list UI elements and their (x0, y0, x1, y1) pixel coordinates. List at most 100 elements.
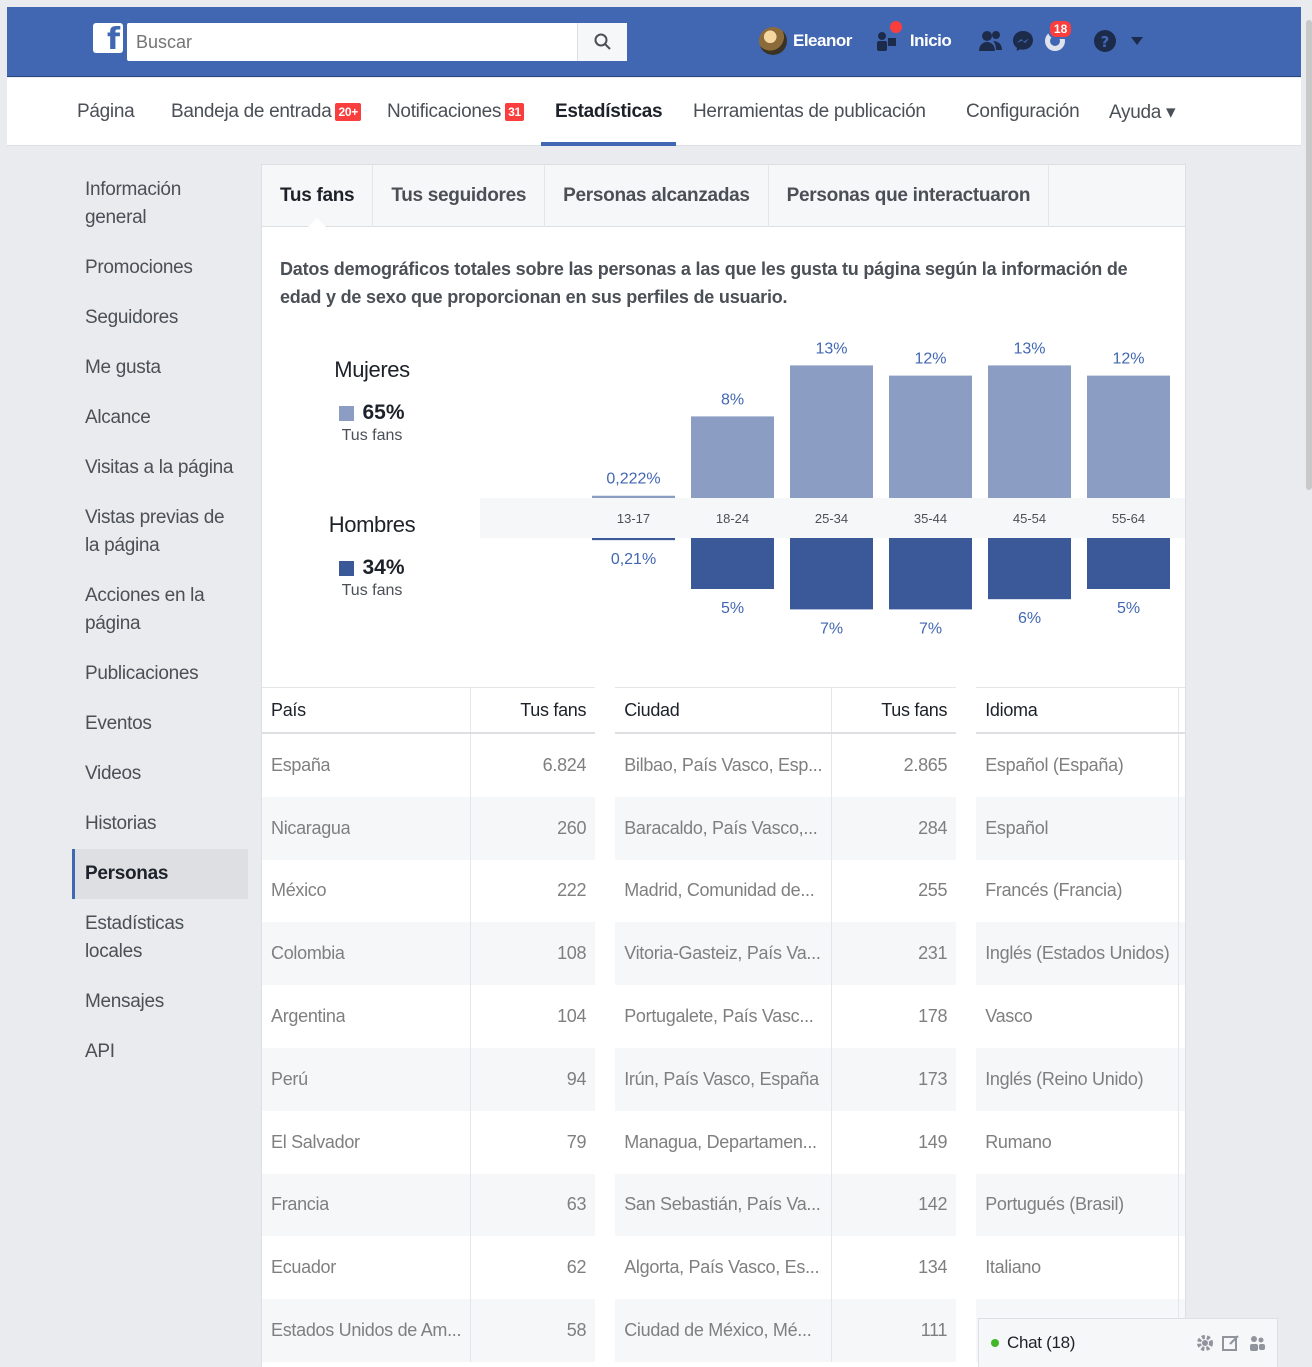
table-row: Baracaldo, País Vasco,... 284 (615, 796, 957, 860)
group-icon[interactable] (1247, 1333, 1267, 1353)
gear-icon[interactable] (1195, 1333, 1215, 1353)
label-men-18-24: 5% (721, 600, 744, 617)
chat-bar[interactable]: Chat (18) (978, 1318, 1278, 1367)
column-header-fans[interactable]: Tus fans (471, 688, 595, 732)
sidebar-item-publicaciones[interactable]: Publicaciones (72, 649, 248, 699)
cell-fans: 2.865 (903, 754, 948, 775)
notifications-icon[interactable]: 18 (1039, 19, 1074, 57)
cell-name: Ciudad de México, Mé... (615, 1299, 833, 1362)
profile-link[interactable]: Eleanor (793, 31, 852, 51)
search-box (127, 23, 627, 61)
table-row: Ciudad de México, Mé... 111 (615, 1299, 957, 1362)
bar-women-45-54 (988, 365, 1071, 498)
compose-icon[interactable] (1221, 1333, 1241, 1353)
inbox-badge: 20+ (335, 103, 361, 121)
nav-configuracion[interactable]: Configuración (966, 78, 1080, 146)
friend-requests-icon[interactable] (975, 25, 1007, 57)
page-people-icon[interactable] (870, 21, 902, 57)
active-tab-caret (308, 218, 326, 227)
sidebar-item-vistas-previas[interactable]: Vistas previas de la página (72, 493, 248, 571)
tick-55-64: 55-64 (1112, 511, 1145, 526)
cell-name: Francés (Francia) (976, 859, 1180, 923)
sidebar-item-estadisticas-locales[interactable]: Estadísticas locales (72, 899, 248, 977)
cell-fans: 79 (566, 1131, 587, 1152)
cell-name: Inglés (Reino Unido) (976, 1047, 1180, 1111)
notifications-badge: 18 (1047, 19, 1074, 39)
nav-notificaciones[interactable]: Notificaciones 31 (387, 78, 524, 146)
bar-women-13-17 (592, 495, 675, 498)
sidebar-item-alcance[interactable]: Alcance (72, 393, 248, 443)
cell-fans: 134 (918, 1257, 948, 1278)
search-icon (594, 33, 611, 50)
bar-men-55-64 (1087, 538, 1170, 589)
table-header: IdiomaTus fans (976, 687, 1185, 734)
cell-fans: 284 (918, 817, 948, 838)
tab-tus-seguidores[interactable]: Tus seguidores (373, 165, 546, 227)
bar-men-18-24 (691, 538, 774, 589)
sidebar-item-visitas[interactable]: Visitas a la página (72, 443, 248, 493)
cell-name: Portugalete, País Vasc... (615, 985, 833, 1048)
alert-dot (889, 21, 902, 33)
tab-personas-alcanzadas[interactable]: Personas alcanzadas (545, 165, 769, 227)
cell-fans: 231 (918, 943, 948, 964)
nav-ayuda[interactable]: Ayuda ▾ (1109, 78, 1176, 146)
tab-personas-que-interactuaron[interactable]: Personas que interactuaron (769, 165, 1050, 227)
sidebar-item-informacion-general[interactable]: Información general (72, 165, 248, 243)
tab-tus-fans[interactable]: Tus fans (280, 165, 374, 227)
sidebar-item-seguidores[interactable]: Seguidores (72, 293, 248, 343)
table-row: Español2.533 (976, 796, 1185, 860)
top-navigation-bar: f Eleanor Inicio 18 ? (7, 7, 1301, 77)
table-row: Estados Unidos de Am... 58 (262, 1299, 596, 1362)
nav-estadisticas[interactable]: Estadísticas (540, 78, 677, 146)
label-women-25-34: 13% (815, 340, 847, 357)
nav-pagina[interactable]: Página (77, 78, 135, 146)
sidebar-item-promociones[interactable]: Promociones (72, 243, 248, 293)
cell-name: México (262, 859, 472, 923)
column-header-name[interactable]: País (262, 688, 472, 732)
sidebar-item-me-gusta[interactable]: Me gusta (72, 343, 248, 393)
cell-name: Colombia (262, 922, 472, 986)
table-row: Español (España)5.155 (976, 734, 1185, 797)
sidebar-item-acciones[interactable]: Acciones en la página (72, 571, 248, 649)
search-button[interactable] (577, 23, 627, 61)
cell-fans: 173 (918, 1068, 948, 1089)
table-row: España 6.824 (262, 734, 595, 797)
column-header-name[interactable]: Ciudad (615, 688, 833, 732)
bar-women-18-24 (691, 416, 774, 498)
label-women-18-24: 8% (721, 391, 744, 408)
sidebar-item-eventos[interactable]: Eventos (72, 699, 248, 749)
table-row: Bilbao, País Vasco, Esp... 2.865 (615, 734, 956, 797)
sidebar-item-mensajes[interactable]: Mensajes (72, 977, 248, 1027)
avatar[interactable] (759, 27, 787, 55)
sidebar-item-videos[interactable]: Videos (72, 749, 248, 799)
cell-name: Ecuador (262, 1236, 472, 1300)
bar-men-45-54 (988, 538, 1071, 600)
tick-25-34: 25-34 (815, 511, 848, 526)
label-women-35-44: 12% (914, 351, 946, 368)
column-header-name[interactable]: Idioma (976, 688, 1180, 732)
chevron-down-icon[interactable] (1121, 25, 1153, 57)
home-link[interactable]: Inicio (910, 31, 952, 51)
column-header-fans[interactable]: Tus fans (832, 688, 956, 732)
insights-card: Tus fans Tus seguidores Personas alcanza… (261, 164, 1186, 1367)
table-row: Nicaragua 260 (262, 796, 596, 860)
sidebar-item-api[interactable]: API (72, 1027, 248, 1077)
cell-name: Argentina (262, 985, 472, 1048)
nav-bandeja-de-entrada[interactable]: Bandeja de entrada 20+ (171, 78, 361, 146)
help-icon[interactable]: ? (1089, 25, 1121, 57)
column-header-fans[interactable]: Tus fans (1179, 688, 1185, 732)
sidebar-item-personas[interactable]: Personas (72, 849, 248, 899)
search-input[interactable] (127, 23, 577, 61)
facebook-logo[interactable]: f (93, 23, 123, 55)
label-men-35-44: 7% (919, 620, 942, 635)
cell-name: Español (976, 796, 1180, 860)
sidebar-item-historias[interactable]: Historias (72, 799, 248, 849)
cell-fans: 63 (566, 1194, 587, 1215)
messenger-icon[interactable] (1007, 25, 1039, 57)
cell-fans: 2.533 (1179, 797, 1185, 860)
nav-herramientas-de-publicacion[interactable]: Herramientas de publicación (693, 78, 926, 146)
cell-fans: 79 (1179, 1048, 1185, 1111)
page-scrollbar[interactable] (1306, 20, 1312, 490)
cell-fans: 43 (1179, 1174, 1185, 1237)
table-row: Inglés (Estados Unidos)189 (976, 922, 1185, 986)
